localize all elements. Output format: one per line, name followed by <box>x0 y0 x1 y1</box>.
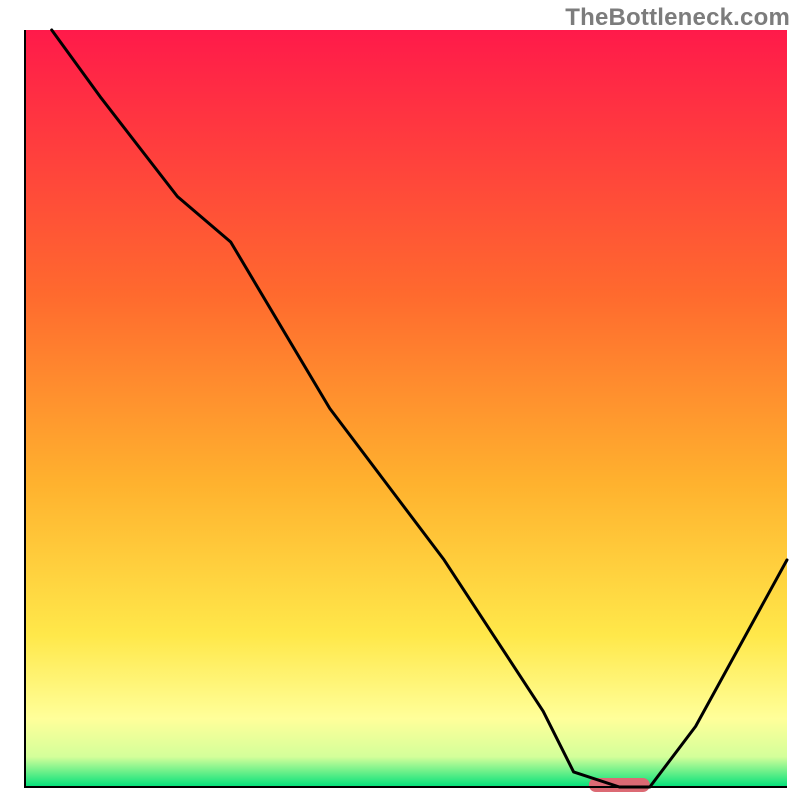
watermark-text: TheBottleneck.com <box>565 4 790 32</box>
plot-background <box>25 30 787 787</box>
chart-svg <box>0 0 800 800</box>
bottleneck-chart: TheBottleneck.com <box>0 0 800 800</box>
